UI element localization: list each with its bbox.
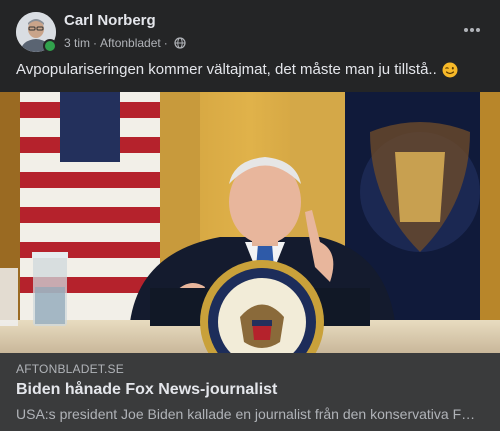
glass-of-water <box>32 252 68 326</box>
post-source[interactable]: Aftonbladet <box>100 36 161 50</box>
link-preview-image[interactable] <box>0 92 500 353</box>
link-domain: AFTONBLADET.SE <box>16 362 124 376</box>
more-options-icon[interactable] <box>460 18 484 42</box>
feed-post: Carl Norberg 3 tim · Aftonbladet · Avpop… <box>0 0 500 431</box>
author-name[interactable]: Carl Norberg <box>64 12 156 29</box>
meta-separator: · <box>163 36 168 50</box>
post-time[interactable]: 3 tim <box>64 36 90 50</box>
link-preview[interactable]: AFTONBLADET.SE Biden hånade Fox News-jou… <box>0 353 500 431</box>
winking-face-icon <box>442 62 458 78</box>
author-avatar[interactable] <box>16 12 57 53</box>
online-status-dot <box>43 39 57 53</box>
post-meta: 3 tim · Aftonbladet · <box>64 36 186 50</box>
post-header: Carl Norberg 3 tim · Aftonbladet · <box>0 0 500 56</box>
link-title[interactable]: Biden hånade Fox News-journalist <box>16 381 277 399</box>
meta-separator: · <box>93 36 98 50</box>
globe-icon[interactable] <box>174 37 186 49</box>
caption-text: Avpopulariseringen kommer vältajmat, det… <box>16 61 437 78</box>
post-caption: Avpopulariseringen kommer vältajmat, det… <box>16 61 458 78</box>
link-description: USA:s president Joe Biden kallade en jou… <box>16 406 476 422</box>
